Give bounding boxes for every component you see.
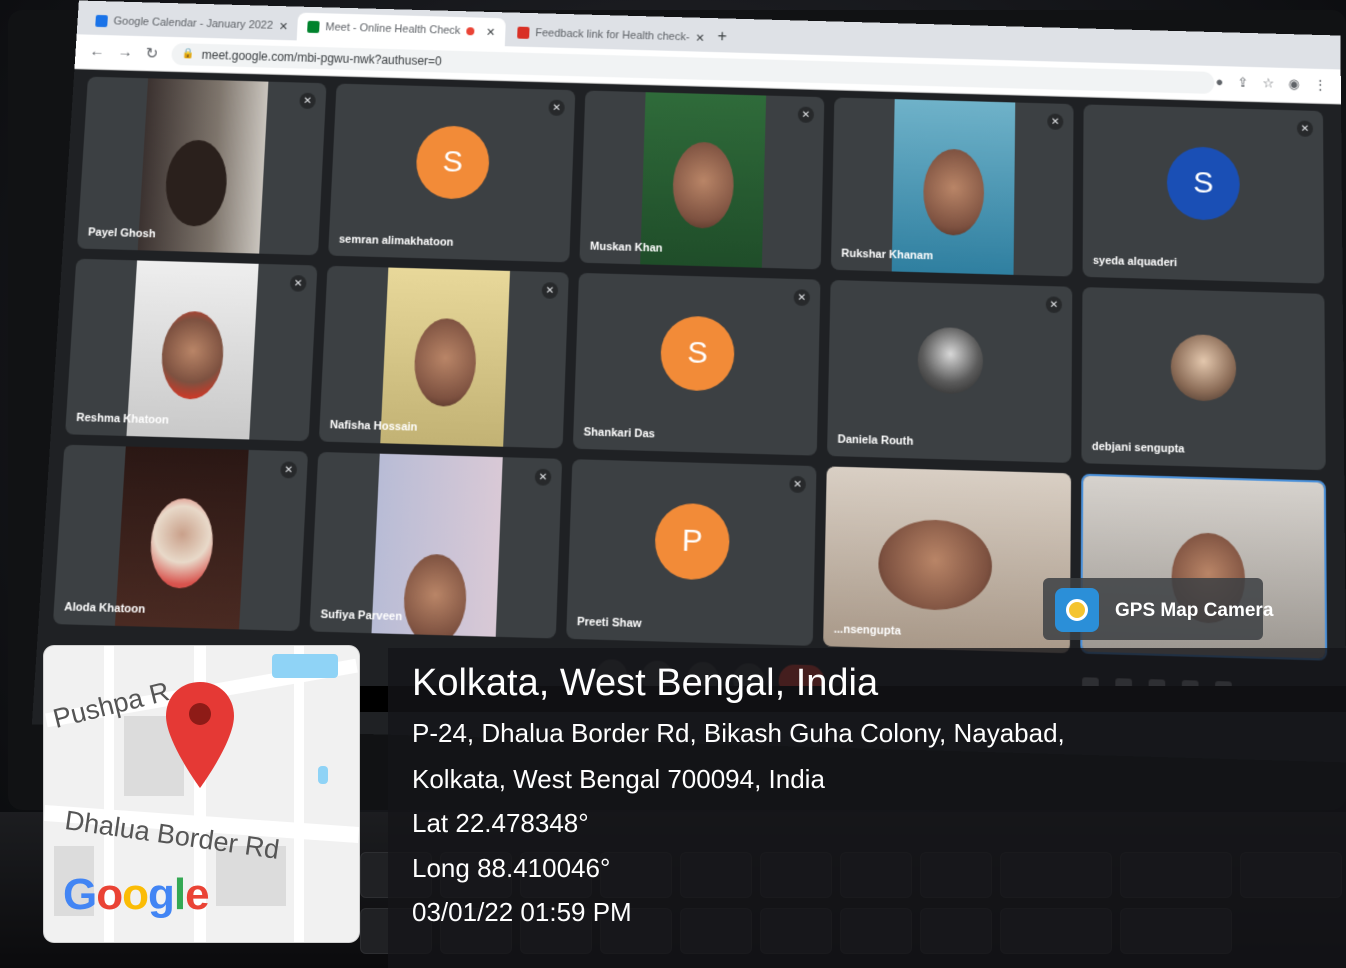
participant-tile[interactable]: S ✕ Shankari Das xyxy=(572,272,821,456)
gps-map-camera-logo-icon xyxy=(1055,588,1099,632)
forward-icon[interactable]: → xyxy=(117,43,133,60)
back-icon[interactable]: ← xyxy=(89,43,105,60)
photo-scene: Google Calendar - January 2022 ✕ Meet - … xyxy=(0,0,1346,968)
calendar-icon xyxy=(95,14,108,28)
participant-avatar: S xyxy=(1166,145,1240,221)
participant-name: debjani sengupta xyxy=(1091,440,1185,456)
participant-avatar: P xyxy=(653,502,731,581)
location-pin-icon xyxy=(1066,599,1088,621)
star-icon[interactable]: ☆ xyxy=(1262,75,1274,91)
participant-tile[interactable]: ✕ Rukshar Khanam xyxy=(830,97,1074,277)
map-water xyxy=(272,654,338,678)
participant-name: Muskan Khan xyxy=(589,240,663,255)
tab-title: Feedback link for Health check- xyxy=(535,27,690,44)
participant-face xyxy=(402,552,468,639)
participant-avatar: S xyxy=(414,125,491,200)
participant-name: Reshma Khatoon xyxy=(75,411,170,427)
participant-name: ...nsengupta xyxy=(833,623,901,638)
participant-name: syeda alquaderi xyxy=(1092,254,1178,270)
participant-name: Rukshar Khanam xyxy=(841,247,934,263)
lock-icon: 🔒 xyxy=(181,48,195,60)
participant-name: Sufiya Parveen xyxy=(320,608,403,624)
menu-icon[interactable]: ⋮ xyxy=(1314,77,1327,93)
location-title: Kolkata, West Bengal, India xyxy=(412,662,879,704)
mic-off-icon: ✕ xyxy=(280,461,298,479)
participant-tile[interactable]: debjani sengupta xyxy=(1081,287,1326,471)
participant-tile[interactable]: ✕ Payel Ghosh xyxy=(76,76,327,256)
participant-tile[interactable]: ✕ Muskan Khan xyxy=(579,90,825,270)
participant-face xyxy=(412,317,478,407)
participant-face xyxy=(148,497,216,589)
participant-photo xyxy=(1170,333,1237,402)
url-text: meet.google.com/mbi-pgwu-nwk?authuser=0 xyxy=(201,47,443,69)
close-icon[interactable]: ✕ xyxy=(486,25,496,38)
toolbar-icons: ● ⇪ ☆ ◉ ⋮ xyxy=(1216,74,1327,93)
google-logo-letter: l xyxy=(173,870,186,919)
gps-map-camera-badge: GPS Map Camera xyxy=(1043,578,1273,640)
google-logo-letter: g xyxy=(148,870,175,919)
close-icon[interactable]: ✕ xyxy=(279,19,289,32)
mic-off-icon: ✕ xyxy=(548,99,565,117)
tab-title: Meet - Online Health Check xyxy=(325,21,461,37)
google-logo-letter: e xyxy=(185,870,210,919)
gps-app-name: GPS Map Camera xyxy=(1115,600,1274,621)
participant-name: Daniela Routh xyxy=(837,433,914,448)
reload-icon[interactable]: ↻ xyxy=(145,44,159,62)
map-water xyxy=(318,766,328,784)
mic-off-icon: ✕ xyxy=(797,106,815,124)
participant-name: Nafisha Hossain xyxy=(329,418,418,434)
mic-off-icon: ✕ xyxy=(1296,120,1314,137)
address-line-1: P-24, Dhalua Border Rd, Bikash Guha Colo… xyxy=(412,718,1065,748)
latitude: Lat 22.478348° xyxy=(412,808,589,838)
participant-tile[interactable]: ✕ Daniela Routh xyxy=(826,279,1073,463)
close-icon[interactable]: ✕ xyxy=(695,31,705,44)
participant-face xyxy=(163,138,229,227)
video-feed xyxy=(137,78,269,254)
map-road xyxy=(294,646,304,942)
gmail-icon xyxy=(517,26,530,39)
google-logo-letter: G xyxy=(63,870,97,919)
participant-avatar: S xyxy=(659,315,736,392)
tab-title: Google Calendar - January 2022 xyxy=(113,15,274,32)
mic-off-icon: ✕ xyxy=(534,468,552,486)
participant-name: Preeti Shaw xyxy=(576,615,642,631)
participant-name: Payel Ghosh xyxy=(87,226,156,241)
recording-dot-icon xyxy=(466,27,475,36)
mic-off-icon: ✕ xyxy=(789,475,807,494)
participant-tile[interactable]: ...nsengupta xyxy=(823,466,1072,654)
meet-icon xyxy=(307,20,320,34)
google-logo-letter: o xyxy=(122,870,149,919)
participant-tile[interactable]: ✕ Nafisha Hossain xyxy=(318,265,569,449)
mic-off-icon: ✕ xyxy=(1045,296,1063,314)
google-logo: Google xyxy=(63,870,210,920)
mic-off-icon: ✕ xyxy=(299,92,317,110)
share-icon[interactable]: ⇪ xyxy=(1237,75,1248,91)
date-time-stamp: 03/01/22 01:59 PM xyxy=(412,897,632,927)
participant-face xyxy=(922,147,985,236)
participant-face xyxy=(878,517,993,612)
longitude: Long 88.410046° xyxy=(412,853,611,883)
participant-tile[interactable]: ✕ Reshma Khatoon xyxy=(65,258,318,442)
participant-photo xyxy=(917,326,984,395)
participant-name: Shankari Das xyxy=(583,426,656,441)
map-pin-icon xyxy=(166,682,234,788)
mic-off-icon: ✕ xyxy=(289,274,307,292)
profile-avatar[interactable]: ◉ xyxy=(1288,76,1299,92)
mic-off-icon: ✕ xyxy=(541,282,559,299)
camera-indicator-icon[interactable]: ● xyxy=(1216,74,1224,90)
new-tab-icon[interactable]: + xyxy=(717,28,727,46)
participant-tile[interactable]: ✕ Sufiya Parveen xyxy=(309,451,563,639)
participant-tile[interactable]: S ✕ syeda alquaderi xyxy=(1082,104,1325,284)
address-line-2: Kolkata, West Bengal 700094, India xyxy=(412,764,825,794)
participant-tile[interactable]: P ✕ Preeti Shaw xyxy=(566,459,817,646)
participant-name: Aloda Khatoon xyxy=(63,600,146,616)
google-logo-letter: o xyxy=(96,870,123,919)
participant-face xyxy=(671,140,735,229)
mic-off-icon: ✕ xyxy=(793,289,811,307)
participant-tile[interactable]: S ✕ semran alimakhatoon xyxy=(328,83,576,263)
participant-name: semran alimakhatoon xyxy=(338,233,454,249)
mic-off-icon: ✕ xyxy=(1047,113,1064,130)
participant-tile[interactable]: ✕ Aloda Khatoon xyxy=(52,444,309,632)
participant-face xyxy=(159,310,226,400)
